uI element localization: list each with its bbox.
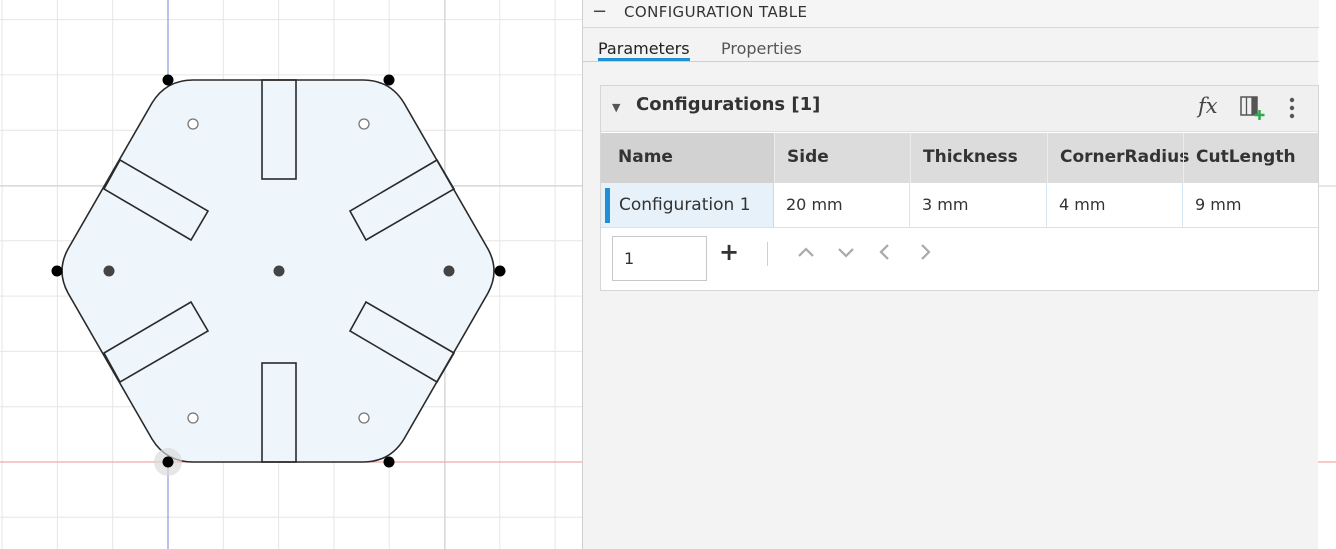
configurations-header: ▼ Configurations [1] fx (601, 86, 1318, 132)
row-selection-indicator (605, 188, 610, 223)
collapse-caret-icon[interactable]: ▼ (612, 101, 620, 114)
vertex-point[interactable] (51, 265, 63, 277)
configurations-card: ▼ Configurations [1] fx Name Side Thickn… (600, 85, 1319, 291)
table-toolbar: 1 + (601, 228, 1318, 290)
column-header-cornerradius[interactable]: CornerRadius (1047, 133, 1189, 183)
panel-tabs: Parameters Properties (583, 29, 1319, 62)
origin-point[interactable] (162, 456, 174, 468)
configuration-panel: − CONFIGURATION TABLE Parameters Propert… (582, 0, 1319, 549)
canvas-edge-strip (1318, 0, 1336, 549)
center-point[interactable] (443, 265, 455, 277)
hollow-point[interactable] (187, 412, 199, 424)
toolbar-divider (767, 242, 768, 266)
add-column-icon[interactable] (1240, 96, 1266, 120)
chevron-down-icon[interactable] (835, 239, 857, 265)
row-count-input[interactable]: 1 (612, 236, 707, 281)
hollow-point[interactable] (358, 118, 370, 130)
cell-cornerradius[interactable]: 4 mm (1047, 183, 1183, 227)
column-header-thickness[interactable]: Thickness (910, 133, 1047, 183)
panel-header: − CONFIGURATION TABLE (583, 0, 1319, 28)
vertex-point[interactable] (383, 456, 395, 468)
chevron-right-icon[interactable] (914, 239, 936, 265)
hollow-point[interactable] (187, 118, 199, 130)
vertex-point[interactable] (162, 74, 174, 86)
vertex-point[interactable] (383, 74, 395, 86)
function-icon[interactable]: fx (1198, 94, 1218, 118)
hollow-point[interactable] (358, 412, 370, 424)
cell-name[interactable]: Configuration 1 (601, 183, 774, 227)
more-options-icon[interactable] (1285, 96, 1299, 122)
column-header-side[interactable]: Side (774, 133, 910, 183)
column-header-name[interactable]: Name (601, 133, 774, 183)
collapse-button[interactable]: − (592, 3, 607, 21)
table-row[interactable]: Configuration 1 20 mm 3 mm 4 mm 9 mm (601, 183, 1318, 228)
center-point[interactable] (273, 265, 285, 277)
add-row-button[interactable]: + (719, 238, 739, 266)
configurations-title: Configurations [1] (636, 94, 821, 115)
sketch-canvas[interactable] (0, 0, 582, 549)
chevron-left-icon[interactable] (874, 239, 896, 265)
tab-parameters[interactable]: Parameters (598, 39, 690, 61)
cell-side[interactable]: 20 mm (774, 183, 910, 227)
canvas-edge-drawing (1318, 185, 1336, 463)
center-point[interactable] (103, 265, 115, 277)
cell-thickness[interactable]: 3 mm (910, 183, 1047, 227)
sketch-drawing[interactable] (0, 0, 582, 549)
column-header-cutlength[interactable]: CutLength (1183, 133, 1318, 183)
cell-name-text: Configuration 1 (619, 195, 751, 215)
table-header: Name Side Thickness CornerRadius CutLeng… (601, 133, 1318, 183)
chevron-up-icon[interactable] (795, 239, 817, 265)
panel-title: CONFIGURATION TABLE (624, 3, 808, 21)
tab-properties[interactable]: Properties (721, 39, 802, 61)
cell-cutlength[interactable]: 9 mm (1183, 183, 1318, 227)
vertex-point[interactable] (494, 265, 506, 277)
